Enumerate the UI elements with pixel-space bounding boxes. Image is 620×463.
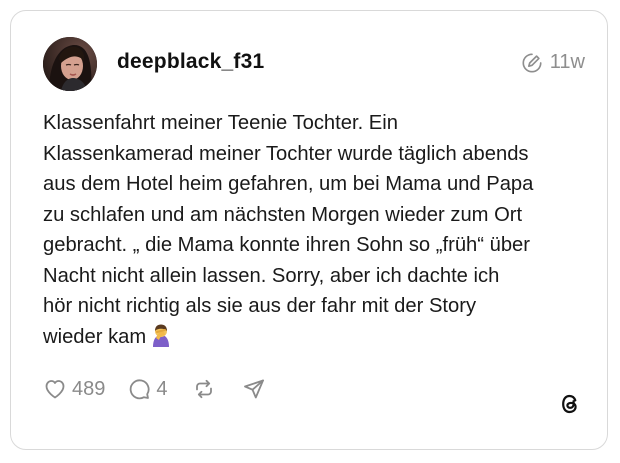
post-text-line: gebracht. „ die Mama konnte ihren Sohn s… (43, 234, 531, 256)
share-button[interactable] (242, 377, 266, 401)
post-text-last-line: wieder kam (43, 322, 603, 357)
action-bar: 489 4 (43, 377, 266, 401)
post-text-line: aus dem Hotel heim gefahren, um bei Mama… (43, 173, 534, 195)
comment-icon (130, 379, 150, 400)
comment-count: 4 (156, 377, 168, 400)
avatar[interactable] (43, 37, 97, 91)
heart-icon (45, 380, 65, 399)
repost-button[interactable] (192, 377, 216, 401)
comment-button[interactable]: 4 (127, 377, 168, 401)
post-card: deepblack_f31 11w Klassenfahrt meiner Te… (10, 10, 608, 450)
post-text-line: Klassenfahrt meiner Teenie Tochter. Ein (43, 112, 398, 134)
post-text-line: zu schlafen und am nächsten Morgen wiede… (43, 203, 523, 226)
avatar-image (43, 37, 97, 91)
threads-logo-icon (562, 394, 577, 414)
edited-icon (522, 52, 542, 72)
username[interactable]: deepblack_f31 (117, 50, 264, 74)
person-facepalming-emoji (149, 323, 173, 357)
post-text-line: hör nicht richtig als sie aus der fahr m… (43, 295, 477, 317)
post-text-line: Nacht nicht allein lassen. Sorry, aber i… (43, 264, 500, 287)
post-text-line: Klassenkamerad meiner Tochter wurde tägl… (43, 142, 529, 165)
post-text-line: wieder kam (43, 325, 147, 348)
person-facepalming-icon (153, 324, 170, 347)
send-icon (243, 379, 264, 399)
post-time: 11w (549, 51, 585, 73)
post-meta: 11w (521, 51, 585, 74)
repost-icon (195, 379, 212, 399)
like-button[interactable]: 489 (43, 377, 105, 401)
like-count: 489 (72, 377, 106, 400)
post-text: Klassenfahrt meiner Teenie Tochter. Ein … (43, 108, 603, 356)
